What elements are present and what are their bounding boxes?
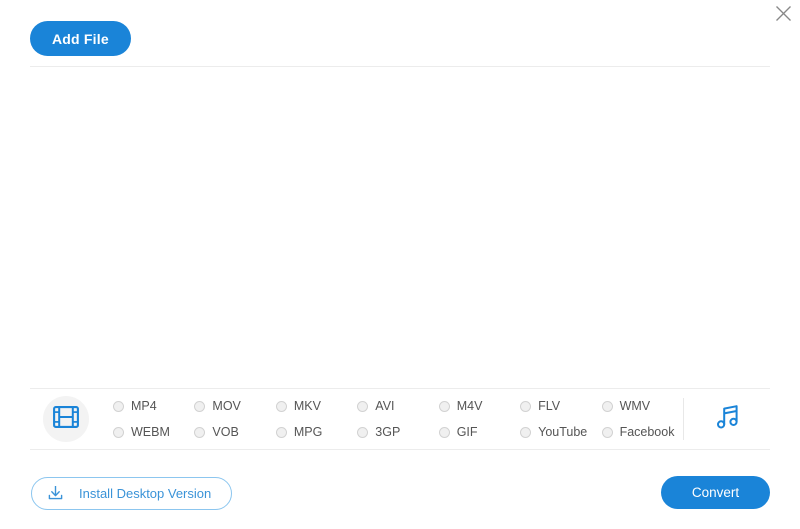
format-option-mp4[interactable]: MP4	[113, 393, 194, 419]
format-option-flv[interactable]: FLV	[520, 393, 601, 419]
radio-icon[interactable]	[275, 426, 287, 438]
format-panel-divider	[683, 398, 684, 440]
format-option-mpg[interactable]: MPG	[275, 419, 357, 445]
file-list-area[interactable]	[30, 67, 770, 385]
format-option-youtube[interactable]: YouTube	[520, 419, 601, 445]
format-option-3gp[interactable]: 3GP	[357, 419, 438, 445]
radio-icon[interactable]	[438, 426, 450, 438]
add-file-button[interactable]: Add File	[30, 21, 131, 56]
radio-icon[interactable]	[520, 426, 532, 438]
film-strip-icon	[53, 405, 79, 434]
format-option-mkv[interactable]: MKV	[275, 393, 357, 419]
format-option-facebook[interactable]: Facebook	[601, 419, 683, 445]
radio-icon[interactable]	[357, 400, 369, 412]
radio-icon[interactable]	[520, 400, 532, 412]
format-option-m4v[interactable]: M4V	[438, 393, 520, 419]
format-option-wmv[interactable]: WMV	[601, 393, 683, 419]
top-toolbar: Add File	[0, 0, 800, 67]
install-button-label: Install Desktop Version	[79, 486, 212, 501]
radio-icon[interactable]	[601, 426, 613, 438]
radio-icon[interactable]	[601, 400, 613, 412]
download-icon	[46, 483, 65, 505]
radio-icon[interactable]	[194, 426, 206, 438]
audio-format-tab[interactable]	[706, 397, 750, 441]
radio-icon[interactable]	[113, 426, 124, 438]
video-converter-window: Add File MP4 MOV MKV AVI M4V FLV WMV WEB…	[0, 0, 800, 529]
format-options-grid: MP4 MOV MKV AVI M4V FLV WMV WEBM VOB MPG…	[113, 393, 683, 445]
radio-icon[interactable]	[438, 400, 450, 412]
format-option-gif[interactable]: GIF	[438, 419, 520, 445]
radio-icon[interactable]	[357, 426, 369, 438]
convert-button[interactable]: Convert	[661, 476, 770, 509]
radio-icon[interactable]	[113, 400, 124, 412]
format-option-webm[interactable]: WEBM	[113, 419, 194, 445]
format-option-mov[interactable]: MOV	[194, 393, 275, 419]
radio-icon[interactable]	[194, 400, 206, 412]
install-desktop-version-button[interactable]: Install Desktop Version	[31, 477, 233, 510]
video-format-tab[interactable]	[43, 396, 89, 442]
format-option-vob[interactable]: VOB	[194, 419, 275, 445]
radio-icon[interactable]	[275, 400, 287, 412]
music-note-icon	[715, 404, 742, 435]
output-format-panel: MP4 MOV MKV AVI M4V FLV WMV WEBM VOB MPG…	[30, 388, 770, 450]
format-option-avi[interactable]: AVI	[357, 393, 438, 419]
